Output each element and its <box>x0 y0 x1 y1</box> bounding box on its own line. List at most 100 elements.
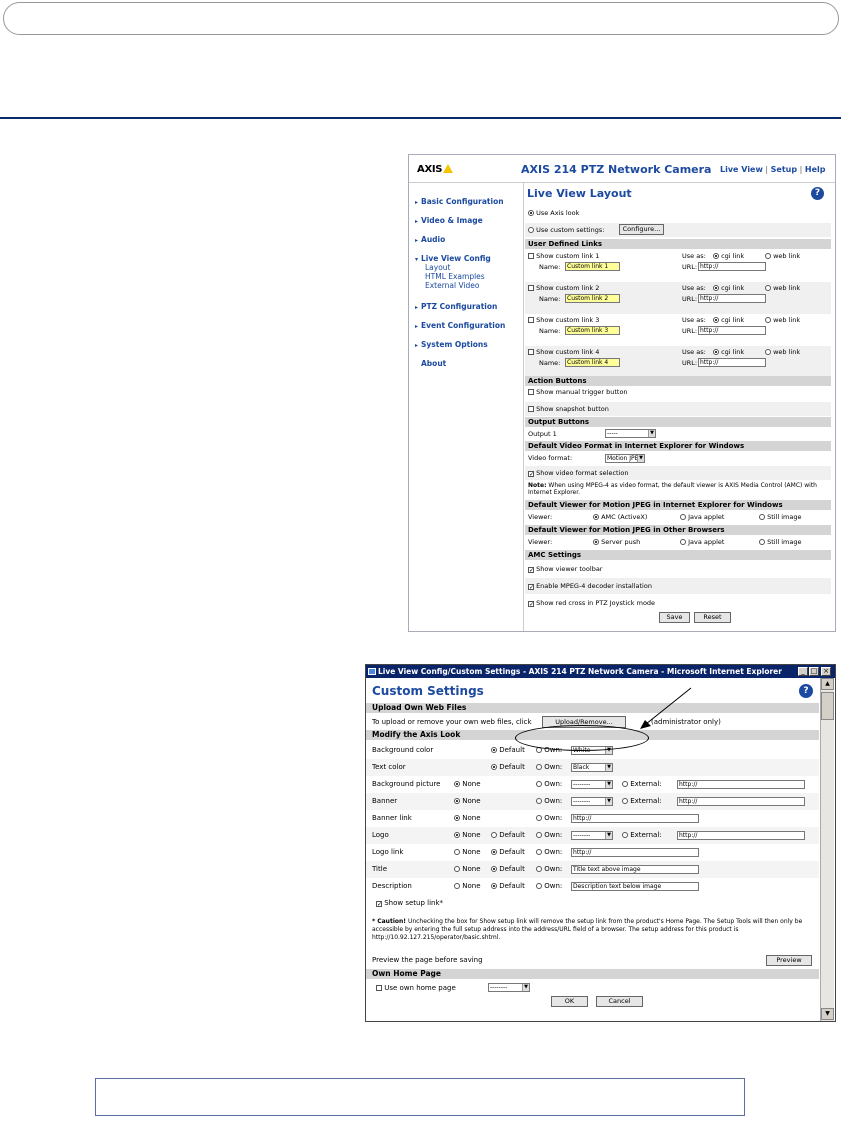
bannerlink-own-radio[interactable] <box>536 815 542 821</box>
title-own-radio[interactable] <box>536 866 542 872</box>
desc-none-radio[interactable] <box>454 883 460 889</box>
nav-live-view-config[interactable]: ▾ Live View Config <box>415 254 491 263</box>
banner-external-input[interactable]: http:// <box>677 797 805 806</box>
viewer-ie-still-radio[interactable] <box>759 514 765 520</box>
viewer-ie-java-radio[interactable] <box>680 514 686 520</box>
bgpic-select[interactable]: -------- ▼ <box>571 780 613 789</box>
logo-external-radio[interactable] <box>622 832 628 838</box>
banner-external-radio[interactable] <box>622 798 628 804</box>
viewer-other-still-radio[interactable] <box>759 539 765 545</box>
close-icon[interactable]: × <box>821 667 831 676</box>
link-4-url-input[interactable]: http:// <box>698 358 766 367</box>
show-link-1-checkbox[interactable] <box>528 253 534 259</box>
output-1-select[interactable]: ----- ▼ <box>605 429 656 438</box>
link-1-name-input[interactable]: Custom link 1 <box>565 262 620 271</box>
link-1-cgi-radio[interactable] <box>713 253 719 259</box>
bgpic-own-radio[interactable] <box>536 781 542 787</box>
logo-default-radio[interactable] <box>491 832 497 838</box>
link-1-web-radio[interactable] <box>765 253 771 259</box>
show-link-4-checkbox[interactable] <box>528 349 534 355</box>
logolink-none-radio[interactable] <box>454 849 460 855</box>
logolink-url-input[interactable]: http:// <box>571 848 699 857</box>
home-page-select[interactable]: -------- ▼ <box>488 983 530 992</box>
bgpic-external-input[interactable]: http:// <box>677 780 805 789</box>
minimize-icon[interactable]: _ <box>798 667 808 676</box>
scroll-down-icon[interactable]: ▼ <box>821 1008 834 1020</box>
title-text-input[interactable]: Title text above image <box>571 865 699 874</box>
help-icon[interactable]: ? <box>811 187 824 200</box>
link-3-web-radio[interactable] <box>765 317 771 323</box>
amc-mpeg4-checkbox[interactable]: ✓ <box>528 584 534 591</box>
link-4-cgi-radio[interactable] <box>713 349 719 355</box>
title-none-radio[interactable] <box>454 866 460 872</box>
viewer-other-push-radio[interactable] <box>593 539 599 545</box>
nav-video-image[interactable]: ▸ Video & Image <box>415 216 483 225</box>
textcolor-default-radio[interactable] <box>491 764 497 770</box>
amc-redcross-checkbox[interactable]: ✓ <box>528 601 534 608</box>
textcolor-select[interactable]: Black ▼ <box>571 763 613 772</box>
desc-default-radio[interactable] <box>491 883 497 889</box>
live-view-link[interactable]: Live View <box>720 165 763 174</box>
logo-select[interactable]: -------- ▼ <box>571 831 613 840</box>
preview-button[interactable]: Preview <box>766 955 812 966</box>
logo-none-radio[interactable] <box>454 832 460 838</box>
bgpic-external-radio[interactable] <box>622 781 628 787</box>
description-text-input[interactable]: Description text below image <box>571 882 699 891</box>
title-default-radio[interactable] <box>491 866 497 872</box>
nav-sub-layout[interactable]: Layout <box>425 263 451 272</box>
desc-own-radio[interactable] <box>536 883 542 889</box>
reset-button[interactable]: Reset <box>694 612 731 623</box>
link-4-name-input[interactable]: Custom link 4 <box>565 358 620 367</box>
banner-select[interactable]: -------- ▼ <box>571 797 613 806</box>
link-2-name-input[interactable]: Custom link 2 <box>565 294 620 303</box>
show-link-2-checkbox[interactable] <box>528 285 534 291</box>
link-3-url-input[interactable]: http:// <box>698 326 766 335</box>
link-1-url-input[interactable]: http:// <box>698 262 766 271</box>
nav-basic-configuration[interactable]: ▸ Basic Configuration <box>415 197 504 206</box>
logolink-default-radio[interactable] <box>491 849 497 855</box>
bannerlink-none-radio[interactable] <box>454 815 460 821</box>
help-link[interactable]: Help <box>805 165 826 174</box>
link-2-cgi-radio[interactable] <box>713 285 719 291</box>
link-2-web-radio[interactable] <box>765 285 771 291</box>
nav-sub-external-video[interactable]: External Video <box>425 281 480 290</box>
help-icon[interactable]: ? <box>799 684 813 698</box>
banner-own-radio[interactable] <box>536 798 542 804</box>
show-link-3-checkbox[interactable] <box>528 317 534 323</box>
setup-link[interactable]: Setup <box>771 165 797 174</box>
maximize-icon[interactable]: □ <box>809 667 819 676</box>
bgpic-none-radio[interactable] <box>454 781 460 787</box>
manual-trigger-checkbox[interactable] <box>528 389 534 395</box>
configure-button[interactable]: Configure... <box>619 224 664 235</box>
viewer-other-java-radio[interactable] <box>680 539 686 545</box>
link-3-cgi-radio[interactable] <box>713 317 719 323</box>
logolink-own-radio[interactable] <box>536 849 542 855</box>
show-setup-link-checkbox[interactable]: ✓ <box>376 901 382 908</box>
logo-own-radio[interactable] <box>536 832 542 838</box>
nav-about[interactable]: About <box>421 359 446 368</box>
own-home-page-checkbox[interactable] <box>376 985 382 991</box>
vertical-scrollbar[interactable]: ▲ ▼ <box>820 678 834 1021</box>
banner-none-radio[interactable] <box>454 798 460 804</box>
amc-toolbar-checkbox[interactable]: ✓ <box>528 567 534 574</box>
nav-ptz-configuration[interactable]: ▸ PTZ Configuration <box>415 302 497 311</box>
use-axis-look-radio[interactable] <box>528 210 534 216</box>
ok-button[interactable]: OK <box>551 996 588 1007</box>
link-4-web-radio[interactable] <box>765 349 771 355</box>
bannerlink-url-input[interactable]: http:// <box>571 814 699 823</box>
save-button[interactable]: Save <box>659 612 690 623</box>
nav-system-options[interactable]: ▸ System Options <box>415 340 488 349</box>
bgcolor-default-radio[interactable] <box>491 747 497 753</box>
show-format-selection-checkbox[interactable]: ✓ <box>528 471 534 478</box>
nav-audio[interactable]: ▸ Audio <box>415 235 445 244</box>
logo-external-input[interactable]: http:// <box>677 831 805 840</box>
nav-sub-html-examples[interactable]: HTML Examples <box>425 272 485 281</box>
video-format-select[interactable]: Motion JPEG ▼ <box>605 454 645 463</box>
use-custom-radio[interactable] <box>528 227 534 233</box>
cancel-button[interactable]: Cancel <box>596 996 643 1007</box>
viewer-ie-amc-radio[interactable] <box>593 514 599 520</box>
scroll-thumb[interactable] <box>821 692 834 720</box>
snapshot-checkbox[interactable] <box>528 406 534 412</box>
nav-event-configuration[interactable]: ▸ Event Configuration <box>415 321 505 330</box>
textcolor-own-radio[interactable] <box>536 764 542 770</box>
